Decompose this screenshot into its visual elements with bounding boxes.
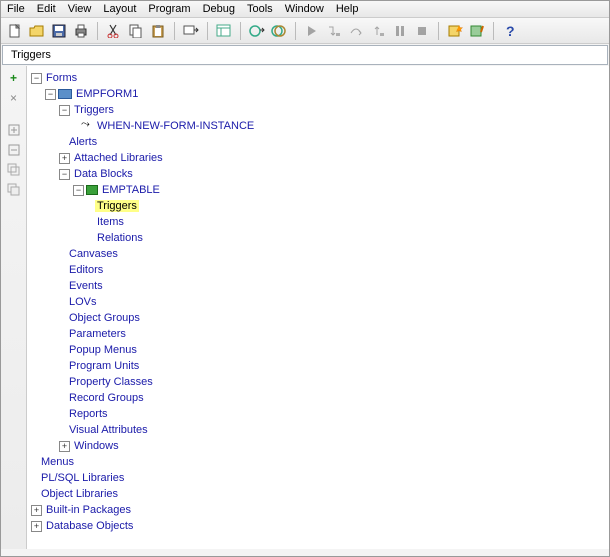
toggle-db-objects[interactable]: + [31,521,42,532]
copy-icon[interactable] [127,22,145,40]
node-reports[interactable]: Reports [67,408,110,420]
toggle-data-blocks[interactable]: − [59,169,70,180]
print-icon[interactable] [72,22,90,40]
expand-icon[interactable] [5,122,23,138]
node-emptable-relations[interactable]: Relations [95,232,145,244]
node-when-new-form-instance[interactable]: WHEN-NEW-FORM-INSTANCE [95,120,256,132]
node-data-blocks[interactable]: Data Blocks [72,168,135,180]
menu-debug[interactable]: Debug [203,3,235,15]
toolbar-sep [240,22,241,40]
main-area: + × − Forms − EMPFORM1 − Triggers WHEN-N… [1,66,609,549]
menubar: File Edit View Layout Program Debug Tool… [1,1,609,18]
collapse-all-icon[interactable] [5,182,23,198]
step-out-icon[interactable] [369,22,387,40]
node-parameters[interactable]: Parameters [67,328,128,340]
toolbar-sep [207,22,208,40]
node-alerts[interactable]: Alerts [67,136,99,148]
node-property-classes[interactable]: Property Classes [67,376,155,388]
block-icon [86,185,98,195]
node-lovs[interactable]: LOVs [67,296,99,308]
node-triggers[interactable]: Triggers [72,104,116,116]
pathbar[interactable]: Triggers [2,45,608,65]
new-icon[interactable] [6,22,24,40]
save-icon[interactable] [50,22,68,40]
toggle-windows[interactable]: + [59,441,70,452]
node-visual-attributes[interactable]: Visual Attributes [67,424,150,436]
node-builtin-packages[interactable]: Built-in Packages [44,504,133,516]
node-program-units[interactable]: Program Units [67,360,141,372]
toggle-empform1[interactable]: − [45,89,56,100]
node-attached-libraries[interactable]: Attached Libraries [72,152,165,164]
node-windows[interactable]: Windows [72,440,121,452]
toggle-forms[interactable]: − [31,73,42,84]
paste-icon[interactable] [149,22,167,40]
step-over-icon[interactable] [347,22,365,40]
collapse-icon[interactable] [5,142,23,158]
node-object-groups[interactable]: Object Groups [67,312,142,324]
wizard-icon[interactable] [446,22,464,40]
compile-all-icon[interactable] [270,22,288,40]
menu-view[interactable]: View [68,3,92,15]
module-icon[interactable] [182,22,200,40]
node-forms[interactable]: Forms [44,72,79,84]
open-icon[interactable] [28,22,46,40]
svg-text:?: ? [506,24,515,38]
node-empform1[interactable]: EMPFORM1 [74,88,140,100]
node-emptable-triggers[interactable]: Triggers [95,200,139,212]
form-icon [58,89,72,99]
pause-icon[interactable] [391,22,409,40]
node-editors[interactable]: Editors [67,264,105,276]
gutter: + × [1,66,27,549]
menu-layout[interactable]: Layout [103,3,136,15]
node-canvases[interactable]: Canvases [67,248,120,260]
node-events[interactable]: Events [67,280,105,292]
node-plsql-libraries[interactable]: PL/SQL Libraries [39,472,126,484]
menu-tools[interactable]: Tools [247,3,273,15]
node-emptable[interactable]: EMPTABLE [100,184,162,196]
menu-window[interactable]: Window [285,3,324,15]
node-emptable-items[interactable]: Items [95,216,126,228]
toggle-triggers[interactable]: − [59,105,70,116]
pathbar-value: Triggers [11,49,51,61]
menu-help[interactable]: Help [336,3,359,15]
node-record-groups[interactable]: Record Groups [67,392,146,404]
run-icon[interactable] [303,22,321,40]
node-database-objects[interactable]: Database Objects [44,520,135,532]
toggle-attached-libs[interactable]: + [59,153,70,164]
toolbar-sep [493,22,494,40]
toolbar-sep [97,22,98,40]
toggle-emptable[interactable]: − [73,185,84,196]
step-into-icon[interactable] [325,22,343,40]
help-icon[interactable]: ? [501,22,519,40]
delete-button[interactable]: × [5,90,23,106]
expand-all-icon[interactable] [5,162,23,178]
toggle-builtin[interactable]: + [31,505,42,516]
compile-icon[interactable] [248,22,266,40]
node-popup-menus[interactable]: Popup Menus [67,344,139,356]
object-navigator-tree: − Forms − EMPFORM1 − Triggers WHEN-NEW-F… [27,66,609,549]
toolbar: ? [1,18,609,44]
stop-icon[interactable] [413,22,431,40]
add-button[interactable]: + [5,70,23,86]
menu-program[interactable]: Program [148,3,190,15]
menu-file[interactable]: File [7,3,25,15]
layout-icon[interactable] [215,22,233,40]
toolbar-sep [438,22,439,40]
node-object-libraries[interactable]: Object Libraries [39,488,120,500]
trigger-icon [81,121,93,131]
menu-edit[interactable]: Edit [37,3,56,15]
toolbar-sep [174,22,175,40]
wizard2-icon[interactable] [468,22,486,40]
node-menus[interactable]: Menus [39,456,76,468]
toolbar-sep [295,22,296,40]
cut-icon[interactable] [105,22,123,40]
